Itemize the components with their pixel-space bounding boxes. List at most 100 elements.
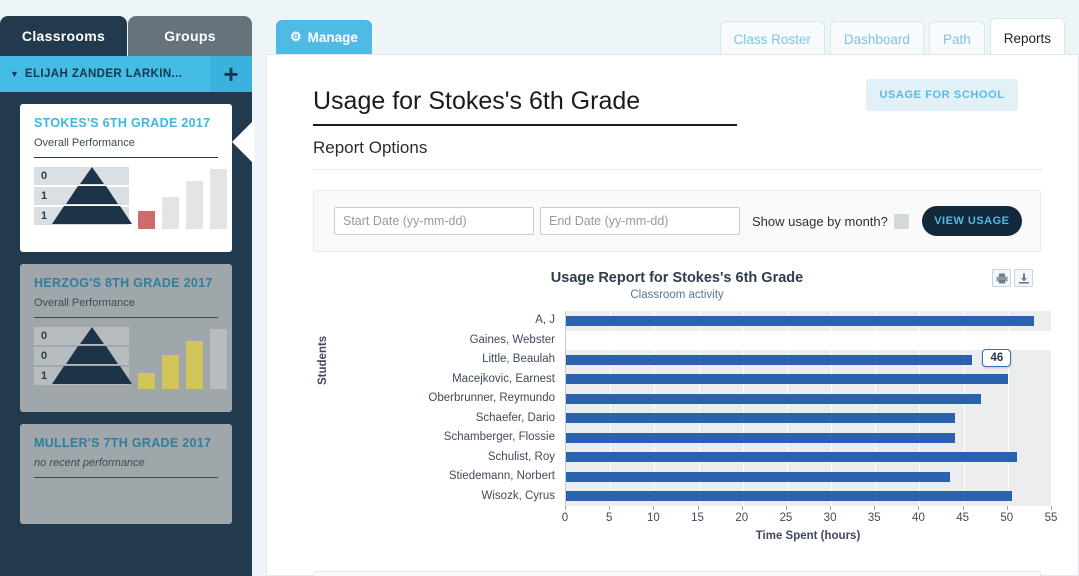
usage-chart-panel: Usage Report for Stokes's 6th Grade Clas… <box>313 263 1041 563</box>
tab-manage-label: Manage <box>308 30 358 45</box>
chart-row <box>566 389 1051 409</box>
classroom-card-muller[interactable]: MULLER'S 7TH GRADE 2017 no recent perfor… <box>20 424 232 524</box>
chart-xtick-mark <box>830 506 831 510</box>
report-options-heading: Report Options <box>313 138 1043 170</box>
chart-xtick-label: 25 <box>780 512 793 524</box>
chart-bar[interactable] <box>566 413 955 423</box>
chart-xtick-mark <box>698 506 699 510</box>
chart-ytick-label: Gaines, Webster <box>333 331 563 351</box>
chart-ytick-label: A, J <box>333 311 563 331</box>
chart-xtick-label: 15 <box>691 512 704 524</box>
classroom-card-title: STOKES'S 6TH GRADE 2017 <box>34 116 218 131</box>
divider <box>34 477 218 478</box>
page-title: Usage for Stokes's 6th Grade <box>313 87 737 126</box>
chart-xtick-label: 35 <box>868 512 881 524</box>
chart-xtick-mark <box>1007 506 1008 510</box>
chart-bar[interactable] <box>566 374 1008 384</box>
mini-bar <box>162 197 179 229</box>
classroom-card-stokes[interactable]: STOKES'S 6TH GRADE 2017 Overall Performa… <box>20 104 232 252</box>
chart-xtick-mark <box>874 506 875 510</box>
tab-class-roster[interactable]: Class Roster <box>720 21 825 57</box>
view-usage-button[interactable]: VIEW USAGE <box>922 206 1022 236</box>
gear-icon: ⚙ <box>290 29 302 45</box>
show-by-month-checkbox[interactable] <box>894 214 909 229</box>
chart-ytick-label: Stiedemann, Norbert <box>333 467 563 487</box>
mini-bar <box>210 329 227 389</box>
add-classroom-button[interactable]: + <box>210 56 252 92</box>
pyramid-count: 0 <box>41 330 47 342</box>
chart-xtick-label: 55 <box>1045 512 1058 524</box>
chart-xtick-label: 50 <box>1000 512 1013 524</box>
teacher-name: ELIJAH ZANDER LARKIN... <box>25 68 182 80</box>
tab-dashboard[interactable]: Dashboard <box>830 21 924 57</box>
chart-xtick-mark <box>565 506 566 510</box>
bottom-panel <box>313 571 1041 576</box>
chart-bar[interactable] <box>566 394 981 404</box>
mini-bar-chart <box>138 167 230 229</box>
tab-groups[interactable]: Groups <box>128 16 252 56</box>
classroom-card-charts: 0 1 1 <box>34 167 218 229</box>
chart-ytick-labels: A, JGaines, WebsterLittle, BeaulahMacejk… <box>333 311 563 506</box>
chart-plot-area: 46 <box>565 311 1051 506</box>
chart-xtick-label: 45 <box>956 512 969 524</box>
divider <box>34 317 218 318</box>
teacher-selector[interactable]: ▼ ELIJAH ZANDER LARKIN... + <box>0 56 252 92</box>
report-content: Usage for Stokes's 6th Grade USAGE FOR S… <box>266 54 1079 576</box>
chart-toolbar <box>992 269 1033 287</box>
chart-row <box>566 487 1051 507</box>
chart-row <box>566 350 1051 370</box>
tab-path[interactable]: Path <box>929 21 985 57</box>
end-date-input[interactable] <box>540 207 740 235</box>
chart-xtick-mark <box>742 506 743 510</box>
chart-xtick-mark <box>609 506 610 510</box>
chart-ytick-label: Wisozk, Cyrus <box>333 487 563 507</box>
classroom-card-subtitle: no recent performance <box>34 457 218 469</box>
chart-xtick-mark <box>1051 506 1052 510</box>
chart-xaxis: Time Spent (hours) 051015202530354045505… <box>565 506 1051 540</box>
mini-bar <box>138 373 155 389</box>
chart-bar[interactable] <box>566 472 950 482</box>
chart-bar[interactable] <box>566 433 955 443</box>
pyramid-count: 1 <box>41 210 47 222</box>
chart-ytick-label: Little, Beaulah <box>333 350 563 370</box>
chart-xtick-label: 5 <box>606 512 612 524</box>
pyramid-count: 1 <box>41 370 47 382</box>
mini-bar <box>186 181 203 229</box>
chart-xtick-mark <box>786 506 787 510</box>
chart-xtick-label: 20 <box>735 512 748 524</box>
chart-plot: Students A, JGaines, WebsterLittle, Beau… <box>313 311 1041 561</box>
tab-reports[interactable]: Reports <box>990 18 1065 57</box>
pyramid-count: 1 <box>41 190 47 202</box>
selection-pointer <box>232 120 254 164</box>
classroom-card-charts: 0 0 1 <box>34 327 218 389</box>
chart-bar[interactable] <box>566 355 972 365</box>
start-date-input[interactable] <box>334 207 534 235</box>
pyramid-icon <box>52 327 132 387</box>
download-icon[interactable] <box>1014 269 1033 287</box>
chart-gridline <box>1052 311 1053 506</box>
chart-row <box>566 409 1051 429</box>
classroom-card-herzog[interactable]: HERZOG'S 8TH GRADE 2017 Overall Performa… <box>20 264 232 412</box>
chart-ytick-label: Schamberger, Flossie <box>333 428 563 448</box>
chart-xtick-mark <box>918 506 919 510</box>
chart-row <box>566 331 1051 351</box>
chart-row <box>566 428 1051 448</box>
chart-bar[interactable] <box>566 316 1034 326</box>
show-by-month-label: Show usage by month? <box>752 214 888 229</box>
print-icon[interactable] <box>992 269 1011 287</box>
pyramid-count: 0 <box>41 170 47 182</box>
chart-ytick-label: Oberbrunner, Reymundo <box>333 389 563 409</box>
chart-bar[interactable] <box>566 452 1017 462</box>
classroom-card-title: MULLER'S 7TH GRADE 2017 <box>34 436 218 451</box>
chart-bar[interactable] <box>566 491 1012 501</box>
tab-manage[interactable]: ⚙ Manage <box>276 20 372 54</box>
chart-xtick-label: 10 <box>647 512 660 524</box>
chart-ytick-label: Schaefer, Dario <box>333 409 563 429</box>
sidebar-body: ▼ ELIJAH ZANDER LARKIN... + STOKES'S 6TH… <box>0 56 252 576</box>
left-panel-tabs: Classrooms Groups <box>0 16 252 56</box>
chart-xtick-mark <box>653 506 654 510</box>
mini-bar <box>138 211 155 229</box>
tab-classrooms[interactable]: Classrooms <box>0 16 127 56</box>
usage-for-school-button[interactable]: USAGE FOR SCHOOL <box>866 79 1018 111</box>
pyramid-icon <box>52 167 132 227</box>
